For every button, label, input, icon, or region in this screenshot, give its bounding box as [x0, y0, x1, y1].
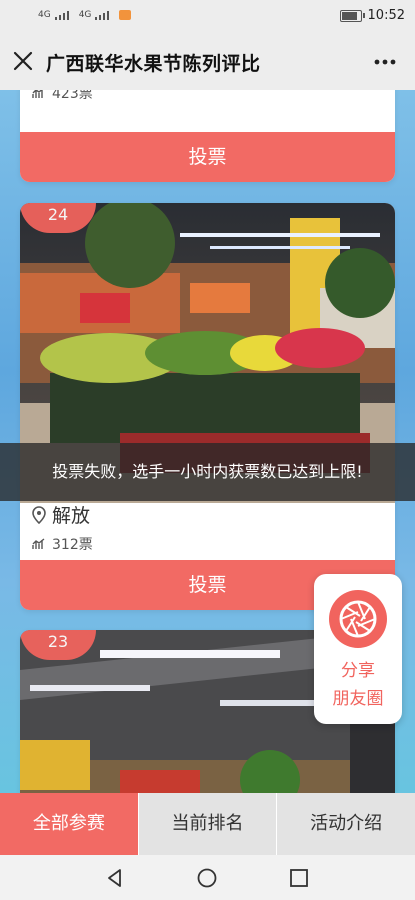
- vote-button[interactable]: 投票: [20, 132, 395, 182]
- entry-name-row: 解放: [32, 501, 93, 528]
- entry-votes-row: 423票: [32, 90, 93, 103]
- status-right: 10:52: [339, 8, 405, 23]
- entry-info: 桥里 423票: [32, 90, 93, 103]
- share-label-2: 朋友圈: [332, 689, 384, 709]
- votes-icon: [32, 90, 43, 98]
- recent-apps-icon[interactable]: [288, 867, 310, 889]
- system-nav-bar: [0, 855, 415, 900]
- signal-icon-2: [95, 10, 115, 20]
- title-bar: 广西联华水果节陈列评比: [0, 34, 415, 91]
- page-title: 广西联华水果节陈列评比: [46, 53, 261, 75]
- clock: 10:52: [367, 8, 405, 23]
- entry-info: 解放 312票: [32, 501, 93, 554]
- tab-activity-intro[interactable]: 活动介绍: [276, 793, 415, 855]
- entry-name: 解放: [52, 505, 91, 527]
- location-icon: [32, 505, 46, 524]
- votes-icon: [32, 538, 45, 549]
- close-icon[interactable]: [12, 50, 34, 72]
- tab-current-ranking[interactable]: 当前排名: [137, 793, 277, 855]
- more-icon[interactable]: [373, 52, 397, 72]
- entry-votes: 423票: [52, 90, 93, 102]
- entry-votes-row: 312票: [32, 534, 93, 554]
- entry-card: 24 解放 312票 投票: [20, 203, 395, 610]
- back-icon[interactable]: [104, 867, 126, 889]
- status-indicators: 4G 4G: [38, 10, 132, 20]
- contest-list[interactable]: 桥里 423票 投票: [0, 90, 415, 793]
- share-label-1: 分享: [341, 661, 375, 681]
- signal-icon: [54, 10, 75, 20]
- shutter-icon: [329, 590, 387, 648]
- toast-message: 投票失败，选手一小时内获票数已达到上限!: [0, 443, 415, 501]
- network-label-2: 4G: [78, 10, 92, 20]
- bottom-tab-bar: 全部参赛 当前排名 活动介绍: [0, 793, 415, 855]
- tab-all-entries[interactable]: 全部参赛: [0, 793, 138, 855]
- video-app-icon: [119, 10, 132, 20]
- home-icon[interactable]: [196, 867, 218, 889]
- status-bar: 4G 4G 10:52: [0, 0, 415, 34]
- entry-card: 桥里 423票 投票: [20, 90, 395, 182]
- entry-votes: 312票: [52, 537, 93, 553]
- network-label-1: 4G: [38, 10, 51, 20]
- battery-icon: [339, 9, 365, 22]
- share-moments-button[interactable]: 分享 朋友圈: [314, 574, 402, 724]
